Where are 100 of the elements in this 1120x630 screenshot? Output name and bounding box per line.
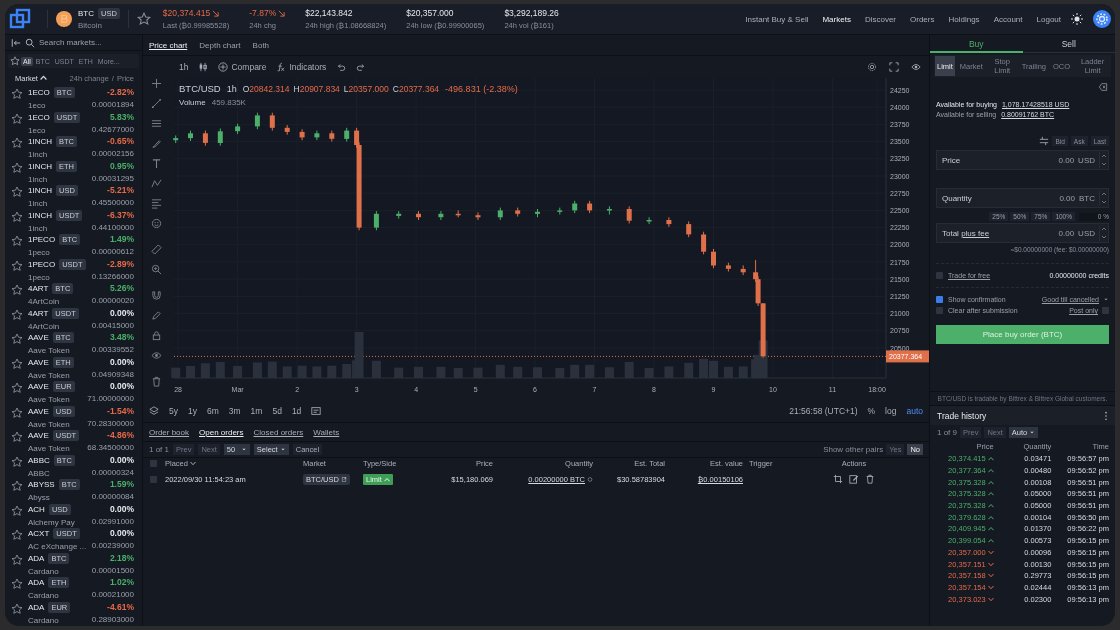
fullscreen-icon[interactable]	[889, 62, 899, 72]
swap-icon[interactable]	[1039, 136, 1050, 146]
orders-tab[interactable]: Closed orders	[253, 427, 304, 437]
trend-line-icon[interactable]	[150, 98, 162, 109]
layers-icon[interactable]	[149, 406, 159, 416]
range-button[interactable]: 1y	[188, 406, 197, 416]
interval-button[interactable]: 1h	[179, 62, 189, 72]
ruler-icon[interactable]	[150, 244, 162, 255]
chart-tab[interactable]: Depth chart	[199, 40, 241, 50]
edit-icon[interactable]	[849, 474, 859, 485]
favorite-star-icon[interactable]	[11, 308, 23, 321]
lock-icon[interactable]	[150, 330, 162, 341]
favorite-star-icon[interactable]	[11, 161, 23, 174]
favorite-star-icon[interactable]	[11, 137, 23, 149]
indicators-button[interactable]: Indicators	[276, 62, 327, 72]
levels-icon[interactable]	[150, 198, 162, 209]
favorite-star-icon[interactable]	[11, 88, 23, 100]
side-tab[interactable]: Sell	[1022, 35, 1115, 53]
eye-icon[interactable]	[911, 62, 921, 72]
nav-link[interactable]: Account	[993, 14, 1023, 24]
favorite-star-icon[interactable]	[11, 382, 23, 394]
row-checkbox[interactable]	[149, 475, 157, 483]
stepper-icon[interactable]	[1099, 152, 1108, 168]
candlestick-icon[interactable]	[198, 62, 209, 72]
eye-icon[interactable]	[150, 350, 162, 361]
brush-icon[interactable]	[150, 138, 162, 149]
collapse-icon[interactable]	[11, 37, 21, 48]
input-field[interactable]: Quantity 0.00 BTC	[936, 188, 1109, 208]
chart-tab[interactable]: Price chart	[149, 40, 188, 50]
scale-button[interactable]: %	[867, 406, 876, 416]
text-input[interactable]: 0.00	[960, 155, 1075, 165]
theme-toggle-icon[interactable]	[1071, 13, 1083, 25]
favorite-star-icon[interactable]	[11, 357, 23, 370]
pencil-icon[interactable]	[150, 310, 162, 321]
nav-link[interactable]: Instant Buy & Sell	[745, 14, 809, 24]
favorite-star-icon[interactable]	[11, 235, 23, 247]
settings-icon[interactable]	[1093, 10, 1111, 28]
scale-button[interactable]: log	[885, 406, 897, 416]
select-all-checkbox[interactable]	[149, 460, 157, 468]
nav-link[interactable]: Markets	[822, 14, 851, 24]
checkbox[interactable]	[1102, 307, 1109, 314]
text-input[interactable]: 0.00	[989, 228, 1075, 238]
favorite-star-icon[interactable]	[11, 480, 23, 492]
favorite-star-icon[interactable]	[11, 333, 23, 345]
compare-button[interactable]: Compare	[218, 62, 267, 72]
text-input[interactable]: 0.00	[971, 193, 1075, 203]
undo-icon[interactable]	[336, 62, 347, 72]
orders-tab[interactable]: Order book	[149, 427, 190, 437]
favorite-star-icon[interactable]	[11, 259, 23, 272]
favorite-star-icon[interactable]	[11, 504, 23, 517]
settings-icon[interactable]	[867, 62, 877, 72]
nav-link[interactable]: Orders	[910, 14, 935, 24]
favorite-star-icon[interactable]	[11, 455, 23, 468]
pattern-icon[interactable]	[150, 178, 162, 189]
clear-icon[interactable]	[1097, 83, 1109, 91]
delete-icon[interactable]	[865, 474, 875, 485]
range-button[interactable]: 3m	[228, 406, 241, 416]
favorite-star-icon[interactable]	[136, 12, 151, 26]
checkbox[interactable]	[936, 296, 943, 303]
crosshair-icon[interactable]	[150, 78, 162, 89]
favorite-star-icon[interactable]	[11, 210, 23, 223]
search-field[interactable]: Search markets...	[39, 38, 139, 47]
range-button[interactable]: 6m	[206, 406, 219, 416]
favorite-star-icon[interactable]	[11, 602, 23, 615]
range-button[interactable]: 5y	[169, 406, 178, 416]
nav-link[interactable]: Discover	[864, 14, 897, 24]
stepper-icon[interactable]	[1099, 225, 1108, 241]
trash-icon[interactable]	[150, 376, 162, 387]
checkbox[interactable]	[936, 272, 943, 279]
range-button[interactable]: 5d	[272, 406, 282, 416]
favorite-star-icon[interactable]	[11, 529, 23, 541]
lines-icon[interactable]	[150, 118, 162, 129]
favorite-star-icon[interactable]	[11, 431, 23, 443]
smiley-icon[interactable]	[150, 218, 162, 229]
input-field[interactable]: Price 0.00 USD	[936, 150, 1109, 170]
zoom-icon[interactable]	[150, 264, 162, 275]
stepper-icon[interactable]	[1099, 190, 1108, 206]
calendar-icon[interactable]	[311, 406, 322, 416]
favorite-star-icon[interactable]	[11, 112, 23, 125]
favorite-star-icon[interactable]	[11, 553, 23, 566]
favorite-star-icon[interactable]	[11, 284, 23, 296]
nav-link[interactable]: Logout	[1036, 14, 1061, 24]
favorites-star-icon[interactable]	[10, 56, 20, 66]
checkbox[interactable]	[936, 307, 943, 314]
logo-icon[interactable]	[9, 8, 31, 30]
magnet-icon[interactable]	[150, 290, 162, 301]
chart-tab[interactable]: Both	[252, 40, 270, 50]
range-button[interactable]: 1d	[291, 406, 302, 416]
orders-tab[interactable]: Open orders	[199, 427, 244, 437]
text-icon[interactable]	[150, 158, 162, 169]
range-button[interactable]: 1m	[250, 406, 263, 416]
side-tab[interactable]: Buy	[930, 35, 1023, 53]
scale-button[interactable]: auto	[906, 406, 923, 416]
input-field[interactable]: Total plus fee 0.00 USD	[936, 223, 1109, 243]
favorite-star-icon[interactable]	[11, 186, 23, 198]
favorite-star-icon[interactable]	[11, 578, 23, 590]
nav-link[interactable]: Holdings	[948, 14, 980, 24]
orders-tab[interactable]: Wallets	[313, 427, 340, 437]
favorite-star-icon[interactable]	[11, 406, 23, 419]
redo-icon[interactable]	[356, 62, 367, 72]
